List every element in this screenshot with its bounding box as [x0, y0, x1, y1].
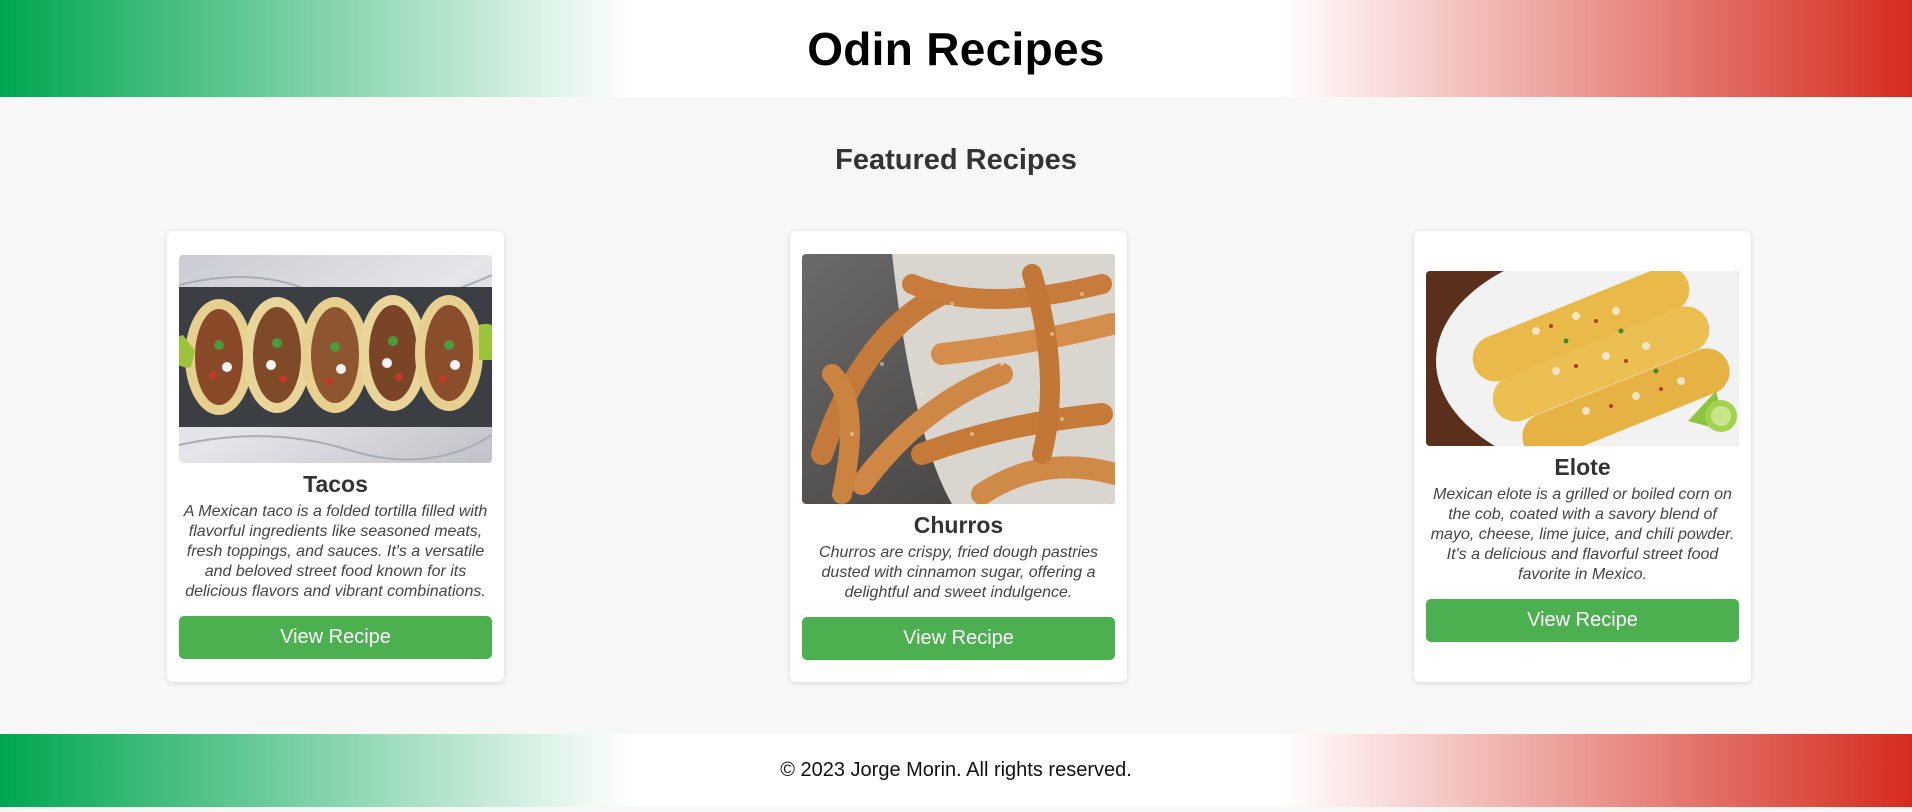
elote-image [1426, 271, 1739, 446]
recipe-title: Elote [1554, 454, 1611, 480]
copyright-text: © 2023 Jorge Morin. All rights reserved. [780, 759, 1132, 781]
view-recipe-button-churros[interactable]: View Recipe [802, 616, 1115, 660]
view-recipe-button-elote[interactable]: View Recipe [1426, 599, 1739, 642]
recipe-description: Mexican elote is a grilled or boiled cor… [1430, 486, 1735, 583]
section-title: Featured Recipes [835, 144, 1077, 176]
site-header: Odin Recipes [0, 0, 1912, 97]
site-title: Odin Recipes [807, 22, 1105, 75]
site-footer: © 2023 Jorge Morin. All rights reserved. [0, 734, 1912, 807]
recipe-card-tacos: Tacos A Mexican taco is a folded tortill… [167, 231, 504, 682]
recipe-title: Tacos [303, 470, 368, 497]
churros-image [802, 253, 1115, 504]
main-content: Featured Recipes Tacos A Mexican taco is… [0, 97, 1912, 734]
tacos-image [179, 254, 492, 463]
recipe-card-churros: Churros Churros are crispy, fried dough … [790, 231, 1127, 682]
recipe-title: Churros [913, 511, 1004, 538]
recipe-description: A Mexican taco is a folded tortilla fill… [183, 502, 488, 600]
view-recipe-button-tacos[interactable]: View Recipe [179, 615, 492, 659]
recipe-card-elote: Elote Mexican elote is a grilled or boil… [1414, 231, 1751, 682]
recipe-description: Churros are crispy, fried dough pastries… [819, 543, 1098, 601]
